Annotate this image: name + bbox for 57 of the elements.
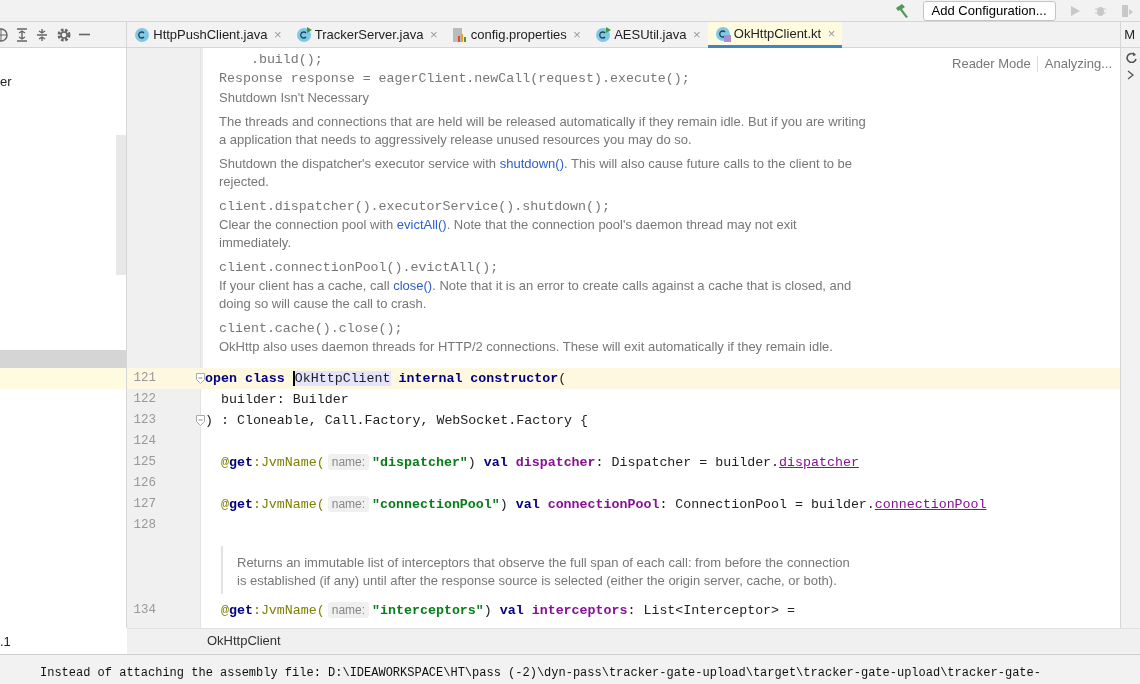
line-number: 121 xyxy=(132,370,157,387)
line-number: 122 xyxy=(132,391,157,408)
doc-text: Clear the connection pool with evictAll(). Note that the connection pool's daemon thread may not exit immediately. xyxy=(219,216,798,252)
link[interactable]: evictAll() xyxy=(396,217,447,232)
code-sample: client.dispatcher().executorService().shutdown(); xyxy=(219,198,610,216)
file-tab[interactable]: config.properties × xyxy=(444,22,588,48)
expand-all-icon[interactable] xyxy=(14,27,29,42)
code-line: builder: Builder xyxy=(219,391,349,409)
code-line: open class OkHttpClient internal constructor( xyxy=(205,370,567,388)
fold-icon[interactable] xyxy=(196,373,205,384)
doc-text: OkHttp also uses daemon threads for HTTP/2 connections. These will exit automatically if they remain idle. xyxy=(219,338,834,356)
line-number: 123 xyxy=(132,412,157,429)
console-output: Instead of attaching the assembly file: D:\IDEAWORKSPACE\HT\pass (-2)\dyn-pass\tracker-gate-upload\target\tracker-gate-upload\tracker-gate- xyxy=(40,665,1041,682)
file-tab[interactable]: AESUtil.java × xyxy=(587,22,708,48)
target-icon[interactable] xyxy=(0,26,8,43)
tree-item[interactable]: er xyxy=(0,72,12,92)
file-tab[interactable]: OkHttpClient.kt × xyxy=(707,22,843,48)
doc-text: Shutdown the dispatcher's executor service with shutdown(). This will also cause future calls to the client to be rejected. xyxy=(219,155,854,191)
doc-text: The threads and connections that are held will be released automatically if they remain idle. But if you are writing a application that needs to aggressively release unused resources you may do so. xyxy=(219,113,867,149)
class-file-icon xyxy=(295,27,312,43)
code-sample: client.connectionPool().evictAll(); xyxy=(219,259,499,277)
class-file-icon xyxy=(594,27,611,43)
tool-window-label[interactable]: M xyxy=(1124,24,1136,45)
line-number: 126 xyxy=(132,475,157,492)
code-line: ) : Cloneable, Call.Factory, WebSocket.Factory { xyxy=(205,412,588,430)
properties-file-icon xyxy=(451,27,468,43)
code-sample: .build(); xyxy=(249,51,323,69)
line-number: 128 xyxy=(132,517,157,534)
add-configuration-button[interactable]: Add Configuration... xyxy=(922,0,1056,21)
refresh-icon[interactable] xyxy=(1124,51,1137,64)
doc-heading: Shutdown Isn't Necessary xyxy=(219,89,369,107)
class-file-icon xyxy=(134,27,150,43)
code-line: @get:JvmName( name: "interceptors") val interceptors: List<Interceptor> = xyxy=(219,601,796,620)
doc-comment: Returns an immutable list of interceptors that observe the full span of each call: from before the connection is established (if any) until after the response source is selected (either the origin server, cache, or both). xyxy=(221,546,861,594)
file-tab[interactable]: HttpPushClient.java × xyxy=(127,22,289,48)
status-text: Analyzing... xyxy=(1044,55,1112,73)
class-file-icon xyxy=(714,25,731,42)
scrollbar[interactable] xyxy=(116,135,126,275)
reader-mode-button[interactable]: Reader Mode xyxy=(952,54,1031,74)
settings-icon[interactable] xyxy=(55,26,72,43)
link[interactable]: shutdown() xyxy=(499,156,564,171)
line-number: 125 xyxy=(132,454,157,471)
code-line: @get:JvmName( name: "connectionPool") val connectionPool: ConnectionPool = builder.connectionPool xyxy=(219,495,987,514)
breadcrumb-item[interactable]: OkHttpClient xyxy=(207,633,281,648)
line-number: 134 xyxy=(132,602,157,619)
code-sample: Response response = eagerClient.newCall(request).execute(); xyxy=(219,70,690,88)
file-tab[interactable]: TrackerServer.java × xyxy=(288,22,445,48)
line-number: 124 xyxy=(132,433,157,450)
tree-item[interactable]: .1 xyxy=(0,632,11,652)
collapse-all-icon[interactable] xyxy=(35,27,49,42)
fold-icon[interactable] xyxy=(196,415,205,426)
code-line: @get:JvmName( name: "dispatcher") val dispatcher: Dispatcher = builder.dispatcher xyxy=(219,453,859,472)
doc-text: If your client has a cache, call close(). Note that it is an error to create calls against a cache that is closed, and doing so will cause the call to crash. xyxy=(219,277,853,313)
code-sample: client.cache().close(); xyxy=(219,320,403,338)
hammer-icon[interactable] xyxy=(893,2,910,19)
line-number: 127 xyxy=(132,496,157,513)
chevron-icon[interactable] xyxy=(1126,69,1135,80)
